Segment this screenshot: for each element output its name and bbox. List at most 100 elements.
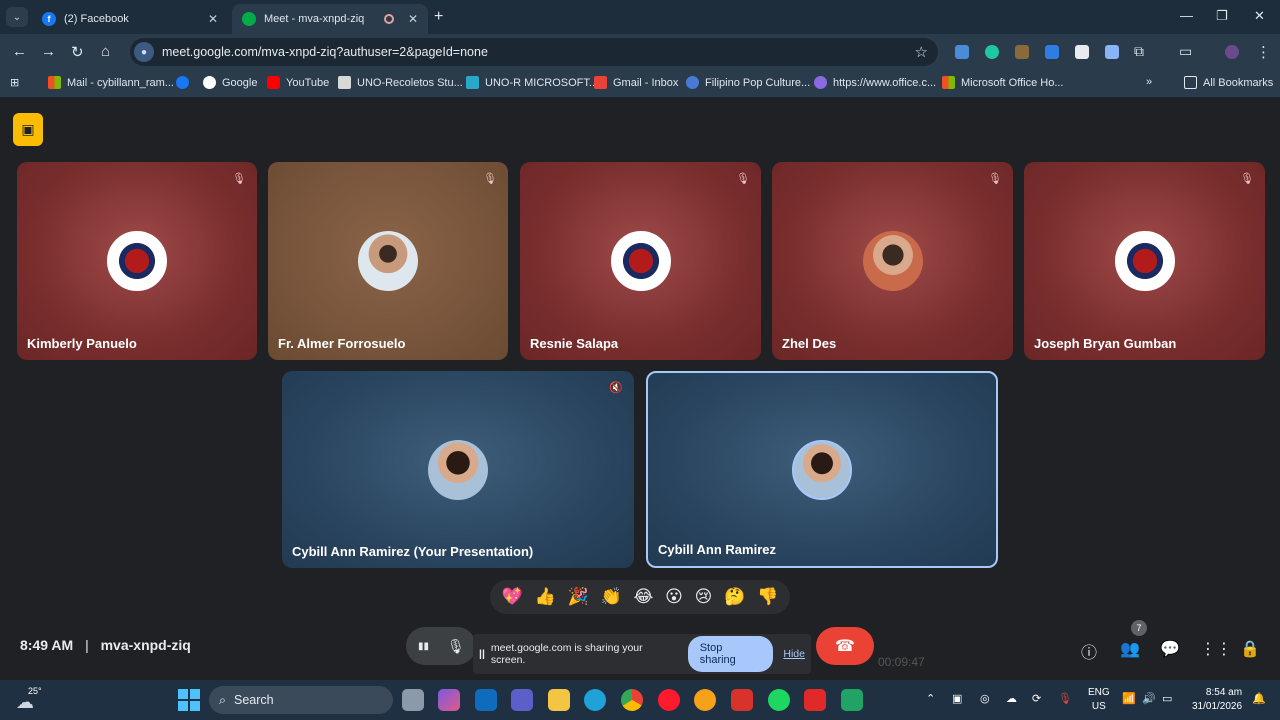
laugh-reaction[interactable]: 😂 [633, 587, 653, 607]
search-label: Search [234, 693, 274, 707]
close-icon[interactable]: ✕ [408, 12, 418, 26]
microphone-icon[interactable]: 🎙 [1058, 692, 1072, 705]
maximize-button[interactable]: ❐ [1216, 8, 1228, 24]
file-explorer-icon[interactable] [548, 689, 570, 711]
battery-icon[interactable]: ▭ [1162, 692, 1172, 705]
bookmark-gmail[interactable]: Gmail - Inbox [594, 76, 678, 89]
reload-icon[interactable]: ↻ [71, 43, 84, 61]
calculator-icon[interactable] [841, 689, 863, 711]
avatar [610, 231, 671, 291]
microphone-icon[interactable]: ● [134, 42, 154, 62]
bookmark-label: UNO-Recoletos Stu... [357, 76, 463, 89]
all-bookmarks[interactable]: All Bookmarks [1184, 76, 1273, 89]
bookmark-mail[interactable]: Mail - cybillann_ram... [48, 76, 174, 89]
outlook-icon[interactable] [475, 689, 497, 711]
wps-icon[interactable] [731, 689, 753, 711]
bookmark-label: Filipino Pop Culture... [705, 76, 811, 89]
home-icon[interactable]: ⌂ [101, 43, 110, 60]
puzzle-icon[interactable]: ⧉ [1134, 43, 1144, 60]
star-icon[interactable]: ☆ [915, 43, 928, 61]
volume-icon[interactable]: 🔊 [1142, 692, 1156, 705]
chat-icon[interactable]: 💬 [1160, 639, 1180, 659]
host-controls-icon[interactable]: 🔒 [1240, 639, 1260, 659]
thumbs-down-reaction[interactable]: 👎 [757, 587, 778, 607]
activities-icon[interactable]: ⋮⋮ [1200, 639, 1232, 659]
bookmark-facebook[interactable] [176, 76, 195, 89]
end-call-button[interactable]: ☎ [816, 627, 874, 665]
apps-icon[interactable]: ⊞ [10, 76, 19, 89]
participant-tile[interactable]: 🎙 Kimberly Panuelo [17, 162, 257, 360]
bookmark-uno-recoletos[interactable]: UNO-Recoletos Stu... [338, 76, 463, 89]
thinking-reaction[interactable]: 🤔 [724, 587, 745, 607]
heart-reaction[interactable]: 💖 [502, 587, 523, 607]
bookmark-uno-r-microsoft[interactable]: UNO-R MICROSOFT... [466, 76, 598, 89]
participant-tile[interactable]: 🎙 Zhel Des [772, 162, 1013, 360]
wifi-icon[interactable]: 📶 [1122, 692, 1136, 705]
address-bar[interactable]: ● meet.google.com/mva-xnpd-ziq?authuser=… [130, 38, 938, 66]
people-icon[interactable]: 👥 [1120, 639, 1140, 659]
url-text[interactable]: meet.google.com/mva-xnpd-ziq?authuser=2&… [162, 45, 915, 59]
participant-tile[interactable]: 🎙 Fr. Almer Forrosuelo [268, 162, 508, 360]
new-tab-button[interactable]: + [434, 8, 443, 26]
bookmark-office-home[interactable]: Microsoft Office Ho... [942, 76, 1064, 89]
gmail-icon [594, 76, 607, 89]
mic-button[interactable]: ▮▮ 🎙 [406, 627, 476, 665]
participant-name: Resnie Salapa [530, 336, 619, 351]
tab-facebook[interactable]: f (2) Facebook ✕ [32, 4, 228, 34]
minimize-button[interactable]: — [1180, 8, 1193, 23]
extension-icon[interactable] [1015, 45, 1029, 59]
teams-icon[interactable] [511, 689, 533, 711]
chevron-up-icon[interactable]: ⌃ [926, 692, 935, 705]
bookmark-office[interactable]: https://www.office.c... [814, 76, 936, 89]
extension-icon[interactable] [955, 45, 969, 59]
thumbs-up-reaction[interactable]: 👍 [535, 587, 556, 607]
stop-sharing-button[interactable]: Stop sharing [687, 636, 774, 672]
language-indicator[interactable]: ENG US [1088, 686, 1110, 714]
menu-icon[interactable]: ⋮ [1256, 43, 1271, 61]
forward-icon[interactable]: → [41, 43, 56, 60]
norton-icon[interactable] [694, 689, 716, 711]
document-icon[interactable] [1105, 45, 1119, 59]
info-icon[interactable]: ⓘ [1081, 639, 1097, 663]
clap-reaction[interactable]: 👏 [601, 587, 622, 607]
task-view-icon[interactable] [402, 689, 424, 711]
cast-icon[interactable]: ▭ [1179, 43, 1192, 60]
tray-app-icon[interactable]: ◎ [980, 692, 990, 705]
close-icon[interactable]: ✕ [208, 12, 218, 26]
tab-search-button[interactable]: ⌄ [6, 7, 28, 27]
chrome-icon[interactable] [621, 689, 643, 711]
tray-app-icon[interactable]: ▣ [952, 692, 962, 705]
sad-reaction[interactable]: 😢 [695, 587, 713, 607]
spotify-icon[interactable] [768, 689, 790, 711]
extension-icon[interactable] [985, 45, 999, 59]
cloud-icon: ☁ [16, 692, 34, 712]
hide-link[interactable]: Hide [783, 648, 805, 660]
system-clock[interactable]: 8:54 am 31/01/2026 [1192, 686, 1242, 714]
back-icon[interactable]: ← [12, 43, 27, 60]
cloud-sync-icon[interactable]: ☁ [1006, 692, 1017, 705]
participant-tile[interactable]: 🎙 Resnie Salapa [520, 162, 761, 360]
start-button[interactable] [178, 689, 200, 711]
surprised-reaction[interactable]: 😮 [665, 587, 683, 607]
presentation-tile[interactable]: 🔇 Cybill Ann Ramirez (Your Presentation) [282, 371, 634, 568]
sync-icon[interactable]: ⟳ [1032, 692, 1041, 705]
bookmark-youtube[interactable]: YouTube [267, 76, 329, 89]
bookmark-google[interactable]: Google [203, 76, 257, 89]
edge-icon[interactable] [584, 689, 606, 711]
close-window-button[interactable]: ✕ [1254, 8, 1265, 24]
participant-tile[interactable]: 🎙 Joseph Bryan Gumban [1024, 162, 1265, 360]
tab-meet[interactable]: Meet - mva-xnpd-ziq ✕ [232, 4, 428, 34]
bookmark-filipino-pop[interactable]: Filipino Pop Culture... [686, 76, 810, 89]
acrobat-icon[interactable] [804, 689, 826, 711]
self-tile[interactable]: Cybill Ann Ramirez [646, 371, 998, 568]
extension-icon[interactable] [1045, 45, 1059, 59]
copilot-icon[interactable] [438, 689, 460, 711]
party-reaction[interactable]: 🎉 [568, 587, 589, 607]
extension-icon[interactable] [1075, 45, 1089, 59]
profile-avatar[interactable] [1225, 45, 1239, 59]
notification-icon[interactable]: 🔔 [1252, 692, 1266, 705]
more-bookmarks-icon[interactable]: » [1146, 76, 1152, 88]
taskbar-search[interactable]: ⌕ Search [209, 686, 393, 714]
presentation-off-icon[interactable]: ▣ [13, 113, 43, 146]
opera-icon[interactable] [658, 689, 680, 711]
